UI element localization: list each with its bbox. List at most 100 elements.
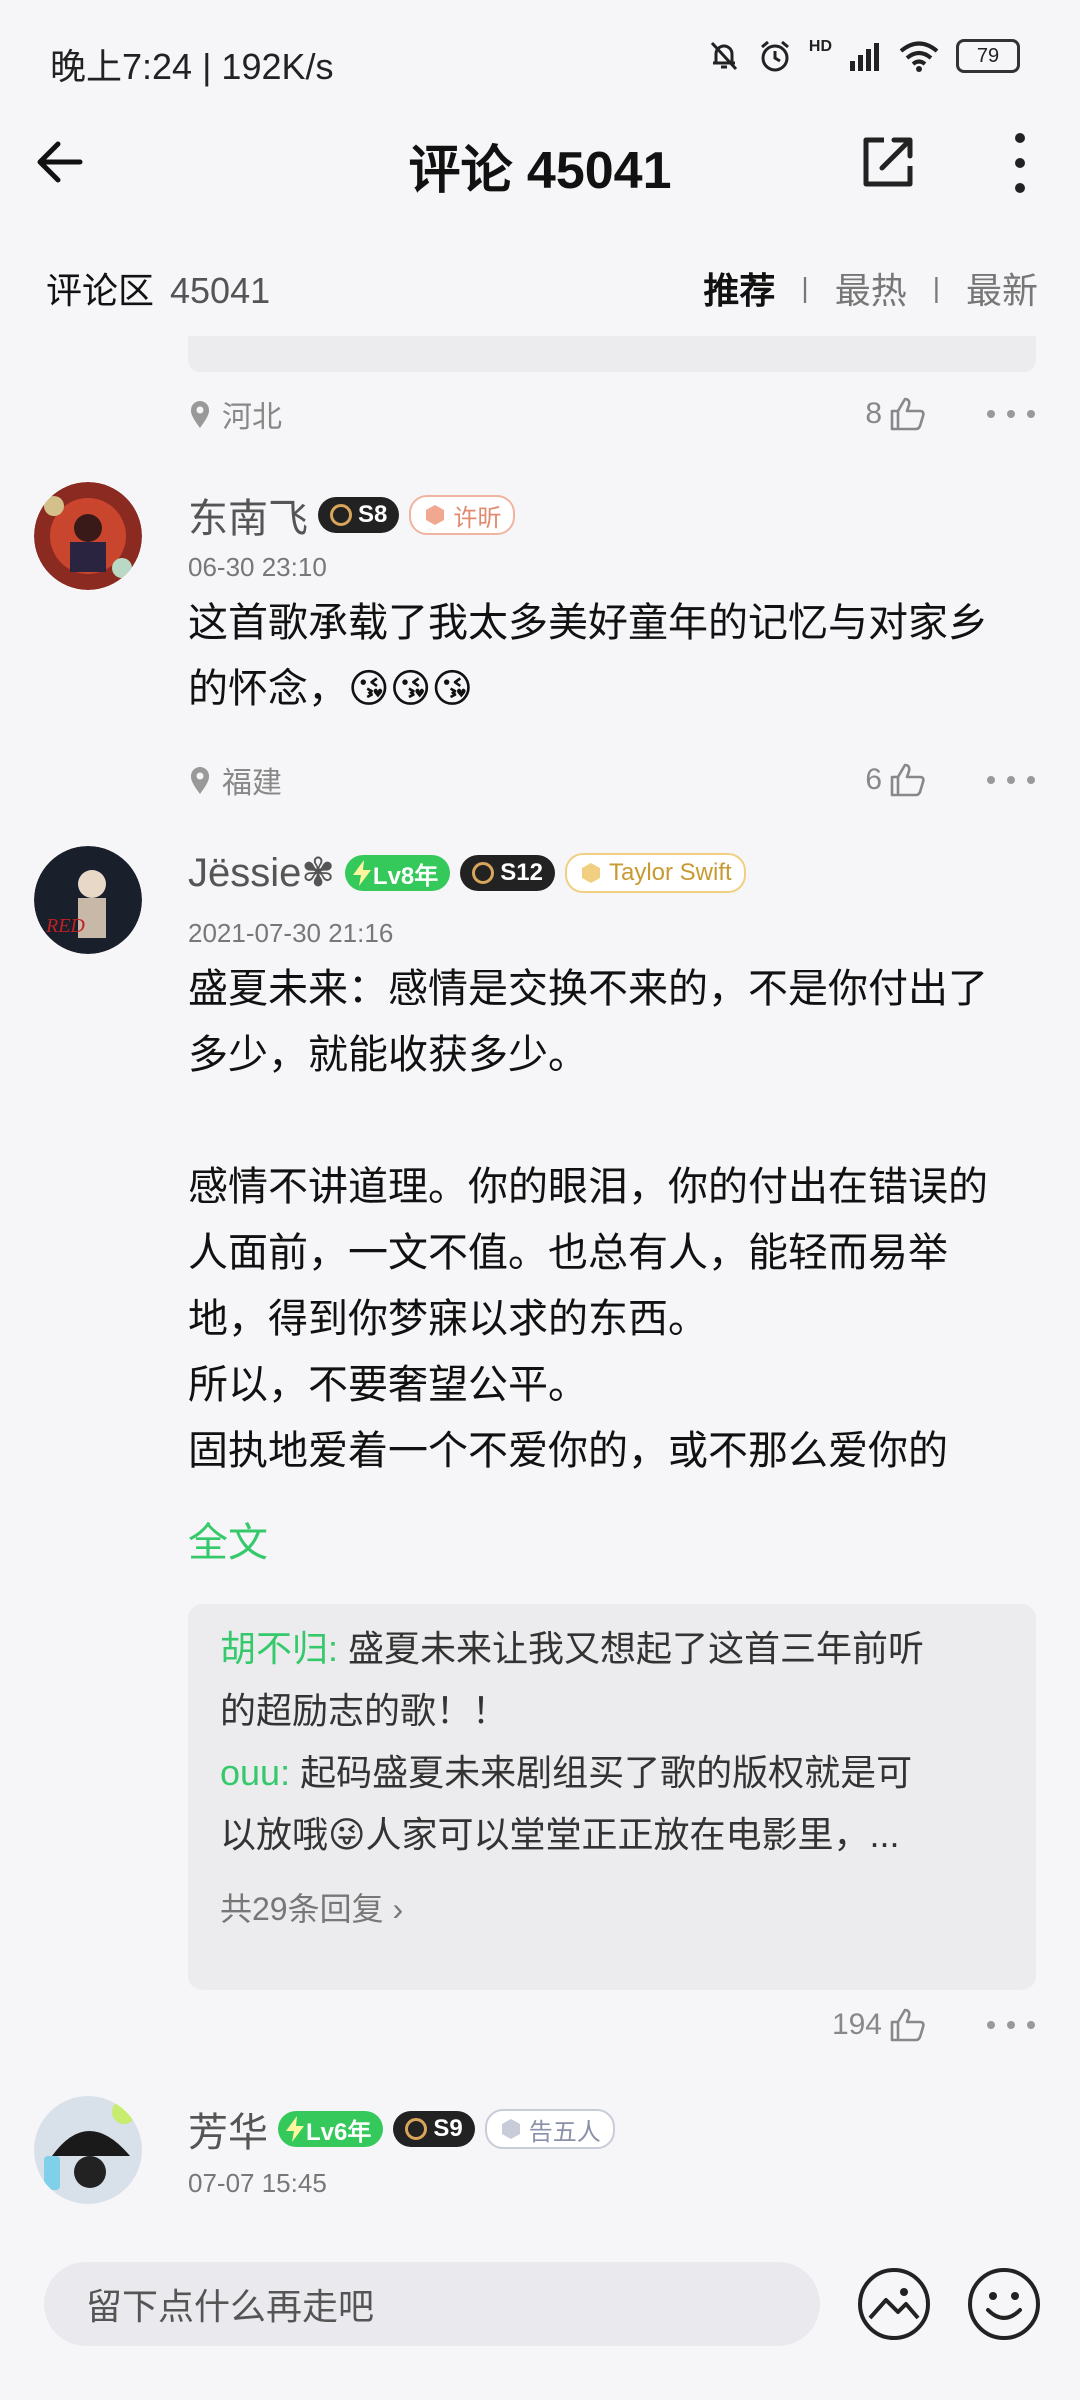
username[interactable]: Jëssie✾ [188, 850, 335, 896]
reply-item[interactable]: ouu: 起码盛夏未来剧组买了歌的版权就是可 [220, 1742, 1004, 1804]
avatar-image [34, 482, 142, 590]
image-picker-icon[interactable] [856, 2266, 932, 2342]
username[interactable]: 芳华 [188, 2100, 268, 2158]
more-options-icon[interactable] [986, 409, 1036, 419]
like-button[interactable]: 194 [832, 2006, 926, 2044]
sort-separator: | [932, 272, 940, 303]
reply-text-line: 以放哦😜人家可以堂堂正正放在电影里，... [220, 1814, 900, 1855]
sort-hottest-tab[interactable]: 最热 [835, 262, 907, 314]
full-text-link[interactable]: 全文 [188, 1510, 268, 1568]
comment-text-line: 感情不讲道理。你的眼泪，你的付出在错误的 [188, 1165, 988, 1209]
vip-level: S8 [358, 501, 388, 528]
sort-tabs: 推荐 | 最热 | 最新 [703, 262, 1038, 314]
lightning-icon [286, 2116, 304, 2142]
page-title: 评论 45041 [408, 142, 672, 200]
more-vertical-icon[interactable] [1000, 128, 1040, 198]
comment-time: 07-07 15:45 [188, 2168, 327, 2198]
fan-tag-badge: 告五人 [484, 2109, 615, 2149]
comment-text-line: 的怀念，😘😘😘 [188, 667, 474, 711]
reply-preview-box[interactable]: 胡不归: 盛夏未来让我又想起了这首三年前听 的超励志的歌！！ ouu: 起码盛夏… [188, 1604, 1036, 1990]
level-badge: Lv8年 [344, 855, 451, 891]
like-button[interactable]: 8 [865, 395, 926, 433]
lightning-icon [352, 860, 371, 886]
reply-text: 盛夏未来让我又想起了这首三年前听 [338, 1628, 925, 1669]
location-label: 河北 [222, 401, 282, 434]
more-options-icon[interactable] [986, 2020, 1036, 2030]
fan-tag-label: 许昕 [453, 504, 502, 532]
comment-text-line: 所以，不要奢望公平。 [188, 1363, 588, 1407]
comment-input-placeholder: 留下点什么再走吧 [86, 2286, 375, 2327]
wifi-icon [899, 41, 939, 72]
vip-badge: S8 [318, 497, 400, 533]
thumbs-up-icon [890, 2008, 925, 2042]
avatar[interactable]: RED [34, 846, 142, 954]
avatar-image: RED [34, 846, 142, 954]
location-label: 福建 [222, 767, 282, 800]
level-label: Lv8年 [372, 862, 439, 890]
view-all-replies-link[interactable]: 共29条回复 › [220, 1884, 1004, 1930]
avatar[interactable] [34, 2096, 142, 2204]
comment-section-title: 评论区 45041 [46, 262, 270, 314]
more-options-icon[interactable] [986, 775, 1036, 785]
avatar-image [34, 2096, 142, 2204]
reply-box-partial[interactable] [188, 336, 1036, 372]
status-time: 晚上7:24 | 192K/s [50, 46, 334, 87]
vip-badge: S9 [393, 2111, 475, 2147]
comment-meta-row: 福建 6 [188, 758, 1036, 802]
vip-ring-icon [330, 504, 352, 526]
vip-level: S12 [500, 859, 543, 886]
comment-text-line: 固执地爱着一个不爱你的，或不那么爱你的 [188, 1429, 948, 1473]
reply-text-line: 的超励志的歌！！ [220, 1690, 509, 1731]
reply-author[interactable]: 胡不归: [220, 1628, 338, 1669]
vip-badge: S12 [460, 855, 555, 891]
avatar-logo-text: RED [45, 915, 85, 937]
section-title-label: 评论区 [46, 270, 155, 311]
thumbs-up-icon [890, 763, 925, 797]
alarm-icon [760, 40, 789, 72]
comment-text: 盛夏未来：感情是交换不来的，不是你付出了 多少，就能收获多少。 感情不讲道理。你… [188, 956, 1048, 1484]
comment-input[interactable]: 留下点什么再走吧 [44, 2262, 820, 2346]
reply-author[interactable]: ouu: [220, 1752, 290, 1793]
comment-text-line: 多少，就能收获多少。 [188, 1033, 588, 1077]
comment-count: 45041 [170, 270, 271, 311]
reply-text: 起码盛夏未来剧组买了歌的版权就是可 [290, 1752, 913, 1793]
network-label: HD [808, 38, 832, 55]
fan-tag-badge: Taylor Swift [564, 853, 746, 893]
fan-tag-badge: 许昕 [409, 495, 516, 535]
comment-text-line: 地，得到你梦寐以求的东西。 [188, 1297, 708, 1341]
comment-text-line: 这首歌承载了我太多美好童年的记忆与对家乡 [188, 601, 988, 645]
like-count: 194 [831, 2008, 882, 2041]
hexagon-icon [581, 863, 600, 883]
comment-meta-row: 河北 8 [188, 392, 1036, 436]
comment-header: Jëssie✾ Lv8年 S12 Taylor Swift [188, 850, 746, 896]
share-icon[interactable] [858, 132, 918, 192]
level-badge: Lv6年 [278, 2111, 384, 2147]
level-label: Lv6年 [306, 2118, 372, 2146]
like-count: 6 [865, 763, 882, 796]
signal-icon [850, 43, 879, 71]
avatar[interactable] [34, 482, 142, 590]
hexagon-icon [501, 2119, 520, 2139]
vip-ring-icon [405, 2118, 428, 2140]
location-pin-icon [191, 767, 209, 794]
sort-recommended-tab[interactable]: 推荐 [703, 262, 775, 314]
thumbs-up-icon [890, 397, 925, 431]
emoji-picker-icon[interactable] [966, 2266, 1042, 2342]
comment-time: 2021-07-30 21:16 [188, 918, 394, 948]
comment-meta-row: 194 [188, 2006, 1036, 2044]
sort-separator: | [801, 272, 809, 303]
like-button[interactable]: 6 [865, 761, 926, 799]
like-count: 8 [865, 397, 882, 430]
fan-tag-label: Taylor Swift [608, 859, 732, 886]
comment-text-line [188, 1088, 1048, 1154]
sort-newest-tab[interactable]: 最新 [966, 262, 1038, 314]
mute-bell-icon [710, 41, 737, 71]
hexagon-icon [426, 505, 445, 525]
battery-indicator: 79 [956, 39, 1020, 73]
comment-time: 06-30 23:10 [188, 552, 327, 582]
reply-item[interactable]: 胡不归: 盛夏未来让我又想起了这首三年前听 [220, 1618, 1004, 1680]
username[interactable]: 东南飞 [188, 486, 308, 544]
battery-level: 79 [976, 44, 1000, 67]
comment-text: 这首歌承载了我太多美好童年的记忆与对家乡 的怀念，😘😘😘 [188, 590, 1048, 722]
comment-text-line: 人面前，一文不值。也总有人，能轻而易举 [188, 1231, 948, 1275]
